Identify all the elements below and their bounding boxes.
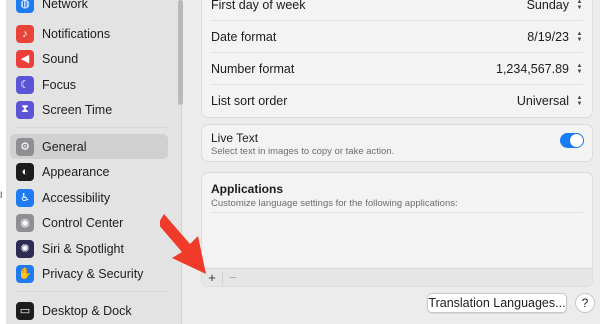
globe-icon: ◍ <box>16 0 34 13</box>
sidebar-item-network[interactable]: ◍ Network <box>10 0 168 16</box>
toggle-knob <box>570 134 583 147</box>
date-format-row[interactable]: Date format 8/19/23 ▲ ▼ <box>202 21 592 52</box>
live-text-subtitle: Select text in images to copy or take ac… <box>211 146 395 157</box>
dock-icon: ▭ <box>16 301 34 320</box>
sidebar-item-label: General <box>42 139 87 154</box>
live-text-title: Live Text <box>211 131 259 145</box>
sidebar-item-label: Screen Time <box>42 102 113 117</box>
sidebar-item-label: Privacy & Security <box>42 266 144 281</box>
row-value: Universal <box>516 93 569 108</box>
sidebar-item-label: Accessibility <box>42 190 111 205</box>
row-label: Number format <box>211 61 295 76</box>
control-center-icon: ◉ <box>16 213 34 232</box>
edge-glyph: ǀ <box>0 190 3 200</box>
sidebar-item-appearance[interactable]: ◐ Appearance <box>10 159 168 184</box>
sidebar-item-label: Desktop & Dock <box>42 303 132 318</box>
sidebar-item-control-center[interactable]: ◉ Control Center <box>10 210 168 235</box>
sidebar-item-notifications[interactable]: ♪ Notifications <box>10 21 168 46</box>
row-label: First day of week <box>211 0 306 12</box>
siri-icon: ✺ <box>16 239 34 258</box>
chevron-up-down-icon[interactable]: ▲ ▼ <box>575 62 584 76</box>
row-value: Sunday <box>526 0 569 12</box>
applications-title: Applications <box>211 182 284 196</box>
hand-icon: ✋ <box>16 264 34 283</box>
main-content: First day of week Sunday ▲ ▼ Date format … <box>183 0 600 324</box>
sidebar-item-label: Siri & Spotlight <box>42 241 124 256</box>
appearance-icon: ◐ <box>16 162 34 181</box>
bell-icon: ♪ <box>16 24 34 43</box>
sidebar-item-label: Focus <box>42 77 77 92</box>
first-day-of-week-row[interactable]: First day of week Sunday ▲ ▼ <box>202 0 592 20</box>
sidebar-item-label: Notifications <box>42 26 111 41</box>
help-button[interactable]: ? <box>575 293 595 313</box>
translation-languages-button[interactable]: Translation Languages... <box>427 293 567 313</box>
sidebar-item-focus[interactable]: ☾ Focus <box>10 72 168 97</box>
annotation-arrow-icon <box>160 214 206 274</box>
row-divider <box>211 212 583 213</box>
live-text-group: Live Text Select text in images to copy … <box>201 124 593 162</box>
list-sort-order-row[interactable]: List sort order Universal ▲ ▼ <box>202 85 592 116</box>
sidebar-item-label: Control Center <box>42 215 124 230</box>
list-toolbar: + − <box>202 268 592 286</box>
sidebar-item-sound[interactable]: ◀ Sound <box>10 46 168 71</box>
applications-subtitle: Customize language settings for the foll… <box>211 198 458 209</box>
chevron-up-down-icon[interactable]: ▲ ▼ <box>575 0 584 12</box>
moon-icon: ☾ <box>16 75 34 94</box>
remove-button[interactable]: − <box>223 269 243 287</box>
sidebar-divider <box>16 127 168 128</box>
speaker-icon: ◀ <box>16 49 34 68</box>
sidebar-item-screen-time[interactable]: ⧗ Screen Time <box>10 97 168 122</box>
sidebar-divider <box>16 291 168 292</box>
number-format-row[interactable]: Number format 1,234,567.89 ▲ ▼ <box>202 53 592 84</box>
sidebar-item-general[interactable]: ⚙ General <box>10 134 168 159</box>
sidebar-item-label: Sound <box>42 51 79 66</box>
sidebar-item-label: Network <box>42 0 88 11</box>
chevron-up-down-icon[interactable]: ▲ ▼ <box>575 30 584 44</box>
row-value: 1,234,567.89 <box>496 61 569 76</box>
row-label: Date format <box>211 29 277 44</box>
sidebar-item-accessibility[interactable]: ♿ Accessibility <box>10 185 168 210</box>
sidebar-item-privacy-security[interactable]: ✋ Privacy & Security <box>10 261 168 286</box>
applications-group: Applications Customize language settings… <box>201 172 593 287</box>
applications-list[interactable] <box>202 216 592 268</box>
sidebar: ◍ Network ♪ Notifications ◀ Sound ☾ Focu… <box>6 0 183 324</box>
chevron-up-down-icon[interactable]: ▲ ▼ <box>575 94 584 108</box>
hourglass-icon: ⧗ <box>16 100 34 119</box>
live-text-toggle[interactable] <box>560 133 584 148</box>
sidebar-item-label: Appearance <box>42 164 110 179</box>
row-label: List sort order <box>211 93 288 108</box>
gear-icon: ⚙ <box>16 137 34 156</box>
format-group: First day of week Sunday ▲ ▼ Date format … <box>201 0 593 118</box>
row-value: 8/19/23 <box>527 29 569 44</box>
sidebar-item-desktop-dock[interactable]: ▭ Desktop & Dock <box>10 298 168 323</box>
sidebar-item-siri-spotlight[interactable]: ✺ Siri & Spotlight <box>10 236 168 261</box>
accessibility-icon: ♿ <box>16 188 34 207</box>
